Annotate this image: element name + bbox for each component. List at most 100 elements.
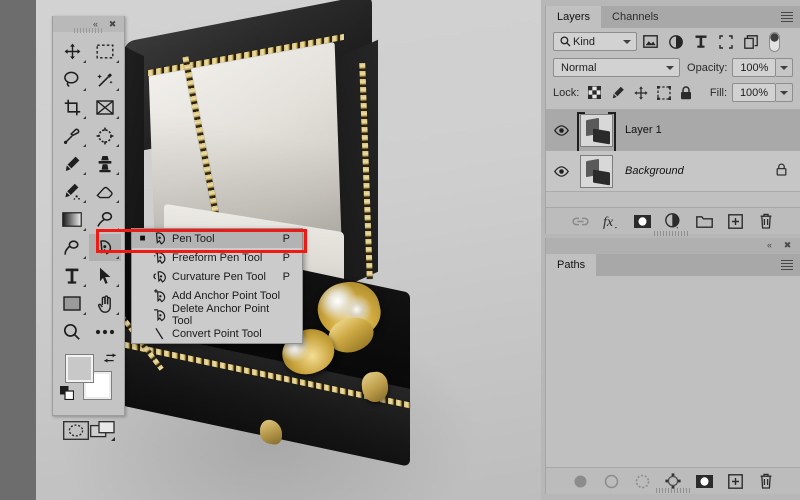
rectangle-tool[interactable]: [56, 290, 88, 317]
tools-close-button[interactable]: ✖: [106, 18, 119, 30]
layers-panel[interactable]: Layers Channels Kind Normal Opacity: 100…: [545, 6, 800, 234]
screen-mode-icon[interactable]: [90, 421, 115, 444]
fill-path-with-foreground-icon[interactable]: [572, 473, 589, 490]
hand-tool[interactable]: [89, 290, 121, 317]
default-colors-icon[interactable]: [60, 386, 75, 403]
flyout-item-pen-tool[interactable]: ■ Pen Tool P: [132, 229, 302, 248]
create-new-path-icon[interactable]: [727, 473, 744, 490]
active-tool-marker: ■: [139, 232, 146, 244]
tool-flyout-corner: [116, 200, 119, 203]
edit-toolbar-button[interactable]: [89, 318, 121, 345]
layer-visibility-icon[interactable]: [546, 165, 576, 177]
paths-panel-grip[interactable]: [656, 488, 690, 493]
flyout-item-curvature-pen-tool[interactable]: Curvature Pen Tool P: [132, 267, 302, 286]
new-layer-icon[interactable]: [727, 213, 744, 230]
flyout-label: Curvature Pen Tool: [172, 270, 266, 283]
brush-tool[interactable]: [56, 150, 88, 177]
fill-value-field[interactable]: 100%: [732, 83, 777, 102]
flyout-item-convert-point-tool[interactable]: Convert Point Tool: [132, 324, 302, 343]
pen-tool-flyout-menu[interactable]: ■ Pen Tool P Freeform Pen Tool P Curvatu…: [131, 228, 303, 344]
filter-toggle-switch[interactable]: [763, 31, 785, 52]
eraser-tool[interactable]: [89, 178, 121, 205]
rectangular-marquee-tool[interactable]: [89, 38, 121, 65]
add-layer-mask-icon[interactable]: [695, 473, 713, 490]
lock-all-icon[interactable]: [675, 85, 698, 100]
quick-selection-tool[interactable]: [89, 66, 121, 93]
delete-anchor-point-icon: [148, 307, 172, 323]
layer-thumbnail[interactable]: [580, 113, 613, 147]
flyout-item-delete-anchor-point-tool[interactable]: Delete Anchor Point Tool: [132, 303, 302, 327]
flyout-item-freeform-pen-tool[interactable]: Freeform Pen Tool P: [132, 248, 302, 267]
blur-tool[interactable]: [56, 234, 88, 261]
flyout-shortcut: P: [282, 251, 290, 264]
layer-thumbnail[interactable]: [580, 154, 613, 188]
paths-panel-menu-icon[interactable]: [781, 260, 793, 272]
type-filter-icon[interactable]: [688, 35, 713, 48]
add-layer-mask-icon[interactable]: [633, 213, 651, 230]
eyedropper-tool[interactable]: [56, 122, 88, 149]
layers-panel-menu-icon[interactable]: [781, 12, 793, 24]
opacity-value-field[interactable]: 100%: [732, 58, 777, 77]
delete-layer-icon[interactable]: [758, 213, 775, 230]
layer-name[interactable]: Layer 1: [617, 124, 800, 136]
zoom-tool[interactable]: [56, 318, 88, 345]
tab-layers[interactable]: Layers: [546, 6, 602, 28]
delete-path-icon[interactable]: [758, 473, 775, 490]
path-selection-tool[interactable]: [89, 262, 121, 289]
horizontal-type-tool[interactable]: [56, 262, 88, 289]
stroke-path-with-brush-icon[interactable]: [603, 473, 620, 490]
quick-mask-mode-icon[interactable]: [63, 421, 89, 443]
new-group-icon[interactable]: [695, 213, 713, 230]
filter-kind-select[interactable]: Kind: [553, 32, 637, 51]
history-brush-tool[interactable]: [56, 178, 88, 205]
filter-kind-label: Kind: [573, 35, 596, 48]
shape-filter-icon[interactable]: [713, 34, 738, 49]
paths-panel[interactable]: « ✖ Paths: [545, 238, 800, 494]
clone-stamp-tool[interactable]: [89, 150, 121, 177]
layer-thumbnail-frame: [576, 111, 617, 153]
adjustment-filter-icon[interactable]: [663, 34, 688, 49]
curvature-pen-icon: [148, 269, 172, 285]
move-tool[interactable]: [56, 38, 88, 65]
new-adjustment-layer-icon[interactable]: [665, 213, 682, 230]
pixel-filter-icon[interactable]: [637, 35, 663, 48]
spot-healing-brush-tool[interactable]: [89, 122, 121, 149]
layer-name[interactable]: Background: [617, 165, 776, 177]
frame-tool[interactable]: [89, 94, 121, 121]
lock-position-icon[interactable]: [629, 85, 652, 100]
dodge-tool[interactable]: [89, 206, 121, 233]
tools-panel-grip[interactable]: [73, 28, 104, 33]
tab-paths[interactable]: Paths: [546, 254, 597, 276]
layer-visibility-icon[interactable]: [546, 124, 576, 136]
add-layer-style-icon[interactable]: fx: [603, 213, 620, 230]
paths-close-button[interactable]: ✖: [781, 239, 794, 251]
smart-object-filter-icon[interactable]: [738, 34, 763, 49]
lock-transparent-pixels-icon[interactable]: [583, 86, 606, 99]
lasso-tool[interactable]: [56, 66, 88, 93]
table-row[interactable]: Background: [546, 151, 800, 192]
lock-image-pixels-icon[interactable]: [606, 86, 629, 100]
blend-mode-select[interactable]: Normal: [553, 58, 681, 77]
layer-lock-icon[interactable]: [776, 163, 800, 179]
tool-flyout-corner: [83, 172, 86, 175]
tool-flyout-corner: [83, 200, 86, 203]
table-row[interactable]: Layer 1: [546, 110, 800, 153]
flyout-label: Convert Point Tool: [172, 327, 262, 340]
lock-artboard-icon[interactable]: [652, 85, 675, 100]
load-path-as-selection-icon[interactable]: [634, 473, 651, 490]
tools-panel[interactable]: « ✖: [52, 16, 125, 441]
opacity-stepper[interactable]: [776, 58, 793, 77]
swap-colors-icon[interactable]: [103, 351, 117, 368]
gradient-tool[interactable]: [56, 206, 88, 233]
fill-stepper[interactable]: [776, 83, 793, 102]
foreground-color-swatch[interactable]: [66, 355, 93, 382]
link-layers-icon[interactable]: [571, 213, 589, 230]
search-icon: [558, 36, 573, 47]
make-work-path-from-selection-icon[interactable]: [665, 473, 682, 490]
paths-list[interactable]: [546, 276, 800, 467]
tab-channels[interactable]: Channels: [601, 6, 669, 28]
dock-divider-grip[interactable]: [653, 231, 688, 236]
paths-collapse-button[interactable]: «: [763, 239, 776, 251]
pen-tool[interactable]: [89, 234, 121, 261]
crop-tool[interactable]: [56, 94, 88, 121]
